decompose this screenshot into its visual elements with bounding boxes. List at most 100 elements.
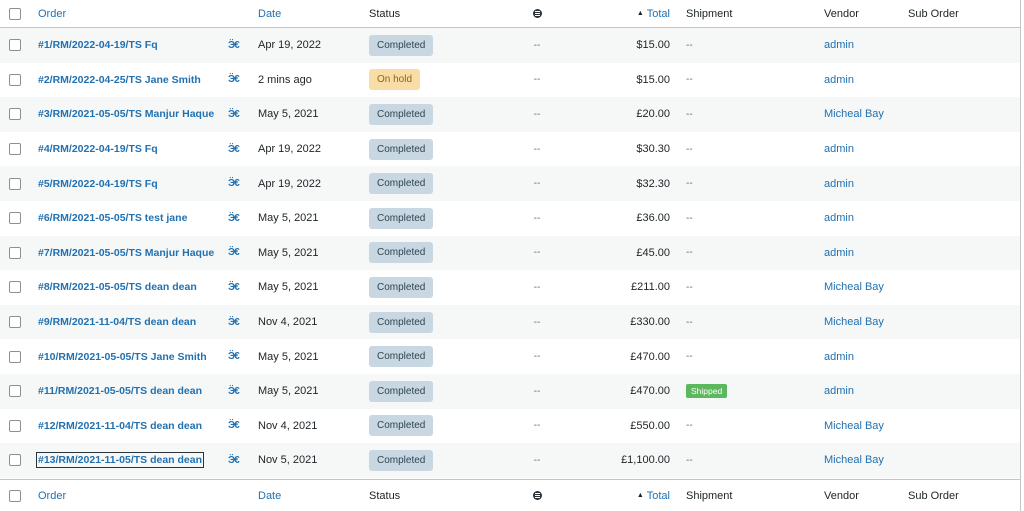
invoice-icon[interactable]: Ӭ€ (228, 455, 240, 466)
invoice-cell[interactable]: Ӭ€ (228, 201, 240, 236)
order-link[interactable]: #10/RM/2021-05-05/TS Jane Smith (38, 351, 207, 363)
order-link[interactable]: #2/RM/2022-04-25/TS Jane Smith (38, 74, 201, 86)
vendor-link[interactable]: admin (824, 178, 854, 190)
order-link[interactable]: #7/RM/2021-05-05/TS Manjur Haque (38, 247, 214, 259)
order-sort-link-footer[interactable]: Order (38, 490, 66, 502)
vendor-cell[interactable]: Micheal Bay (824, 270, 884, 305)
vendor-cell[interactable]: admin (824, 236, 854, 271)
order-cell[interactable]: #6/RM/2021-05-05/TS test jane (38, 201, 187, 236)
invoice-cell[interactable]: Ӭ€ (228, 443, 240, 478)
order-link[interactable]: #8/RM/2021-05-05/TS dean dean (38, 281, 197, 293)
column-header-date[interactable]: Date (258, 0, 281, 27)
date-sort-link[interactable]: Date (258, 8, 281, 20)
vendor-cell[interactable]: admin (824, 28, 854, 63)
order-link[interactable]: #6/RM/2021-05-05/TS test jane (38, 212, 187, 224)
row-checkbox[interactable] (9, 132, 21, 167)
invoice-icon[interactable]: Ӭ€ (228, 178, 240, 189)
vendor-cell[interactable]: admin (824, 201, 854, 236)
order-cell[interactable]: #10/RM/2021-05-05/TS Jane Smith (38, 339, 207, 374)
vendor-cell[interactable]: admin (824, 339, 854, 374)
vendor-cell[interactable]: admin (824, 132, 854, 167)
order-link[interactable]: #1/RM/2022-04-19/TS Fq (38, 39, 158, 51)
row-checkbox[interactable] (9, 236, 21, 271)
vendor-link[interactable]: admin (824, 385, 854, 397)
vendor-link[interactable]: admin (824, 39, 854, 51)
vendor-link[interactable]: Micheal Bay (824, 454, 884, 466)
order-cell[interactable]: #7/RM/2021-05-05/TS Manjur Haque (38, 236, 214, 271)
invoice-cell[interactable]: Ӭ€ (228, 166, 240, 201)
invoice-cell[interactable]: Ӭ€ (228, 97, 240, 132)
vendor-link[interactable]: admin (824, 74, 854, 86)
order-link[interactable]: #9/RM/2021-11-04/TS dean dean (38, 316, 196, 328)
date-sort-link-footer[interactable]: Date (258, 490, 281, 502)
row-checkbox[interactable] (9, 339, 21, 374)
order-cell[interactable]: #1/RM/2022-04-19/TS Fq (38, 28, 158, 63)
column-footer-order[interactable]: Order (38, 480, 66, 511)
vendor-link[interactable]: admin (824, 247, 854, 259)
row-checkbox[interactable] (9, 270, 21, 305)
order-link[interactable]: #13/RM/2021-11-05/TS dean dean (36, 452, 204, 469)
vendor-link[interactable]: admin (824, 212, 854, 224)
invoice-cell[interactable]: Ӭ€ (228, 28, 240, 63)
total-sort-link[interactable]: Total (647, 8, 670, 20)
vendor-link[interactable]: Micheal Bay (824, 420, 884, 432)
row-checkbox[interactable] (9, 443, 21, 478)
invoice-cell[interactable]: Ӭ€ (228, 236, 240, 271)
invoice-cell[interactable]: Ӭ€ (228, 132, 240, 167)
invoice-icon[interactable]: Ӭ€ (228, 213, 240, 224)
vendor-link[interactable]: Micheal Bay (824, 281, 884, 293)
vendor-cell[interactable]: Micheal Bay (824, 305, 884, 340)
order-link[interactable]: #11/RM/2021-05-05/TS dean dean (38, 385, 202, 397)
order-cell[interactable]: #5/RM/2022-04-19/TS Fq (38, 166, 158, 201)
order-link[interactable]: #3/RM/2021-05-05/TS Manjur Haque (38, 108, 214, 120)
row-checkbox[interactable] (9, 97, 21, 132)
order-cell[interactable]: #4/RM/2022-04-19/TS Fq (38, 132, 158, 167)
invoice-icon[interactable]: Ӭ€ (228, 144, 240, 155)
vendor-cell[interactable]: Micheal Bay (824, 97, 884, 132)
order-link[interactable]: #5/RM/2022-04-19/TS Fq (38, 178, 158, 190)
order-cell[interactable]: #3/RM/2021-05-05/TS Manjur Haque (38, 97, 214, 132)
invoice-icon[interactable]: Ӭ€ (228, 40, 240, 51)
row-checkbox[interactable] (9, 28, 21, 63)
invoice-icon[interactable]: Ӭ€ (228, 351, 240, 362)
vendor-link[interactable]: Micheal Bay (824, 108, 884, 120)
vendor-cell[interactable]: admin (824, 63, 854, 98)
order-link[interactable]: #4/RM/2022-04-19/TS Fq (38, 143, 158, 155)
order-link[interactable]: #12/RM/2021-11-04/TS dean dean (38, 420, 202, 432)
invoice-cell[interactable]: Ӭ€ (228, 374, 240, 409)
column-header-order[interactable]: Order (38, 0, 66, 27)
vendor-cell[interactable]: Micheal Bay (824, 409, 884, 444)
invoice-cell[interactable]: Ӭ€ (228, 339, 240, 374)
order-sort-link[interactable]: Order (38, 8, 66, 20)
invoice-cell[interactable]: Ӭ€ (228, 63, 240, 98)
row-checkbox[interactable] (9, 63, 21, 98)
row-checkbox[interactable] (9, 305, 21, 340)
invoice-icon[interactable]: Ӭ€ (228, 109, 240, 120)
order-cell[interactable]: #13/RM/2021-11-05/TS dean dean (36, 443, 204, 478)
invoice-icon[interactable]: Ӭ€ (228, 74, 240, 85)
vendor-link[interactable]: admin (824, 351, 854, 363)
vendor-cell[interactable]: Micheal Bay (824, 443, 884, 478)
row-checkbox[interactable] (9, 409, 21, 444)
order-cell[interactable]: #2/RM/2022-04-25/TS Jane Smith (38, 63, 201, 98)
order-cell[interactable]: #12/RM/2021-11-04/TS dean dean (38, 409, 202, 444)
invoice-icon[interactable]: Ӭ€ (228, 247, 240, 258)
order-cell[interactable]: #8/RM/2021-05-05/TS dean dean (38, 270, 197, 305)
row-checkbox[interactable] (9, 166, 21, 201)
invoice-cell[interactable]: Ӭ€ (228, 270, 240, 305)
invoice-icon[interactable]: Ӭ€ (228, 420, 240, 431)
row-checkbox[interactable] (9, 201, 21, 236)
vendor-link[interactable]: admin (824, 143, 854, 155)
select-all-checkbox-footer[interactable] (9, 480, 21, 511)
total-sort-link-footer[interactable]: Total (647, 490, 670, 502)
row-checkbox[interactable] (9, 374, 21, 409)
column-header-total[interactable]: ▲ Total (560, 0, 670, 27)
column-footer-date[interactable]: Date (258, 480, 281, 511)
vendor-cell[interactable]: admin (824, 166, 854, 201)
invoice-cell[interactable]: Ӭ€ (228, 305, 240, 340)
select-all-checkbox[interactable] (9, 0, 21, 27)
invoice-icon[interactable]: Ӭ€ (228, 317, 240, 328)
invoice-cell[interactable]: Ӭ€ (228, 409, 240, 444)
vendor-cell[interactable]: admin (824, 374, 854, 409)
vendor-link[interactable]: Micheal Bay (824, 316, 884, 328)
